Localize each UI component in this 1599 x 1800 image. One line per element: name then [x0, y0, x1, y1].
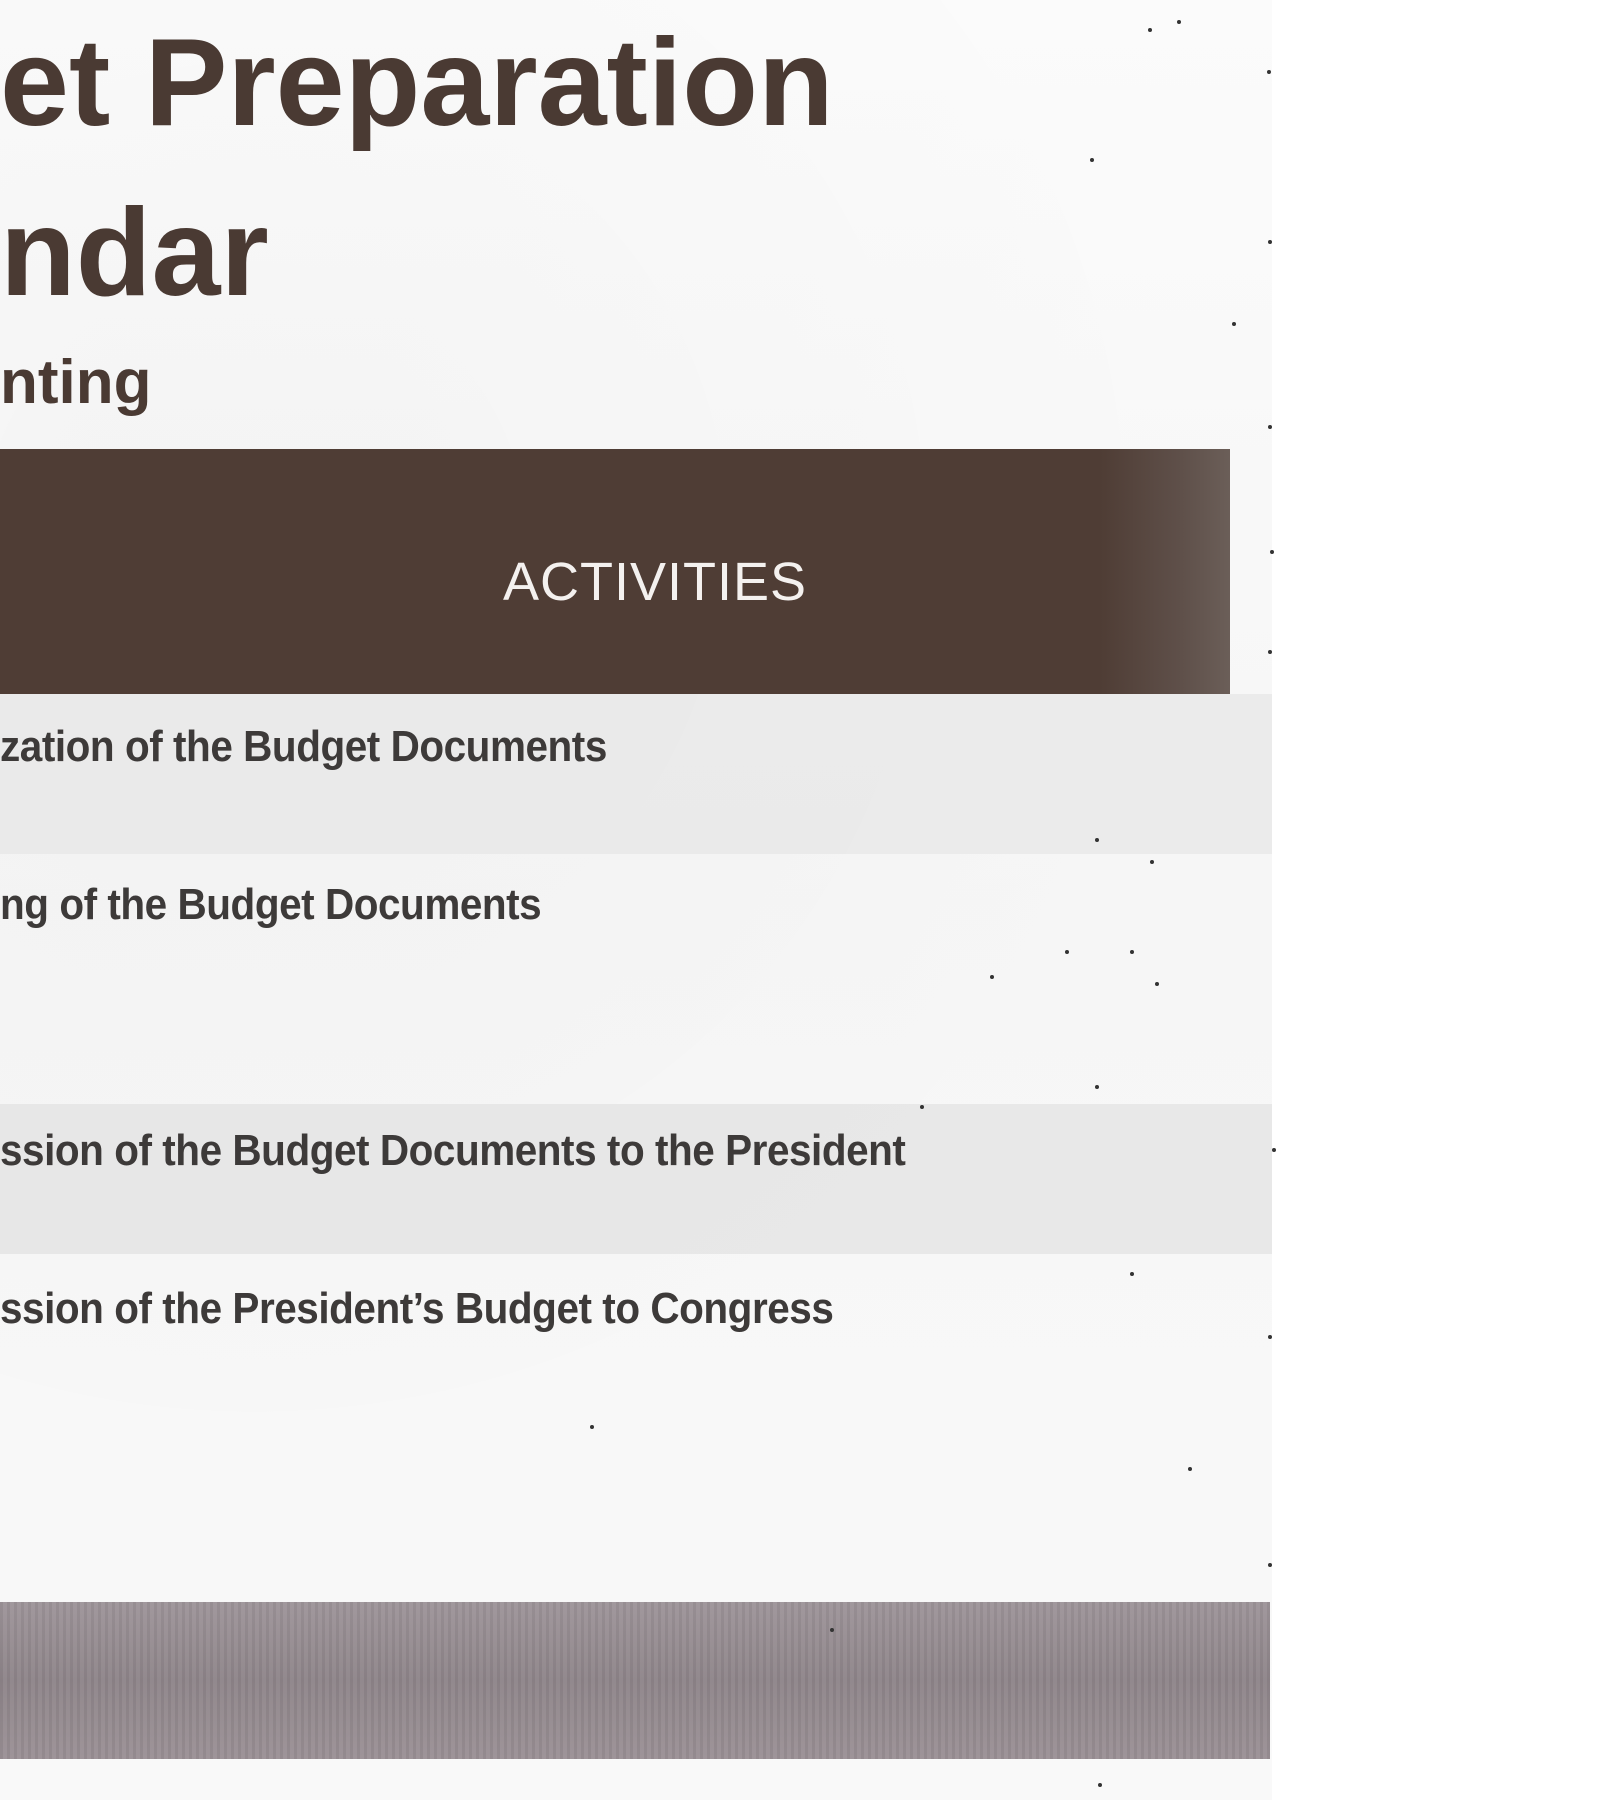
scan-speck	[1090, 158, 1094, 162]
scanned-page: et Preparation ndar nting ACTIVITIES zat…	[0, 0, 1599, 1800]
header-bar-edge	[1100, 449, 1230, 694]
footer-bar	[0, 1602, 1270, 1759]
scan-speck	[1130, 1272, 1134, 1276]
scan-speck	[1177, 20, 1181, 24]
page-subtitle: nting	[0, 348, 152, 417]
row-shading-1	[0, 694, 1272, 854]
scan-speck	[1065, 950, 1069, 954]
scan-speck	[1095, 838, 1099, 842]
activity-cell: ssion of the Budget Documents to the Pre…	[0, 1126, 906, 1175]
scan-speck	[1188, 1467, 1192, 1471]
page-title-line-2: ndar	[0, 184, 269, 322]
scan-speck	[1098, 1783, 1102, 1787]
scan-speck	[830, 1628, 834, 1632]
scan-speck	[990, 975, 994, 979]
scan-speck	[1232, 322, 1236, 326]
scan-speck	[590, 1425, 594, 1429]
scan-speck	[1268, 1335, 1272, 1339]
scan-speck	[1272, 1148, 1276, 1152]
scan-speck	[1150, 860, 1154, 864]
scan-speck	[1268, 425, 1272, 429]
scan-speck	[1148, 28, 1152, 32]
scan-speck	[1130, 950, 1134, 954]
table-header-bar: ACTIVITIES	[0, 449, 1230, 694]
scan-speck	[1095, 1085, 1099, 1089]
activities-header: ACTIVITIES	[502, 551, 808, 612]
activity-cell: ng of the Budget Documents	[0, 880, 542, 929]
scan-speck	[920, 1105, 924, 1109]
activity-cell: zation of the Budget Documents	[0, 722, 607, 771]
scan-speck	[1270, 550, 1274, 554]
activity-cell: ssion of the President’s Budget to Congr…	[0, 1284, 834, 1333]
scan-speck	[1268, 1563, 1272, 1567]
scan-speck	[1268, 650, 1272, 654]
page-title-line-1: et Preparation	[0, 14, 834, 152]
scan-speck	[1155, 982, 1159, 986]
scan-speck	[1268, 240, 1272, 244]
scan-speck	[1267, 70, 1271, 74]
